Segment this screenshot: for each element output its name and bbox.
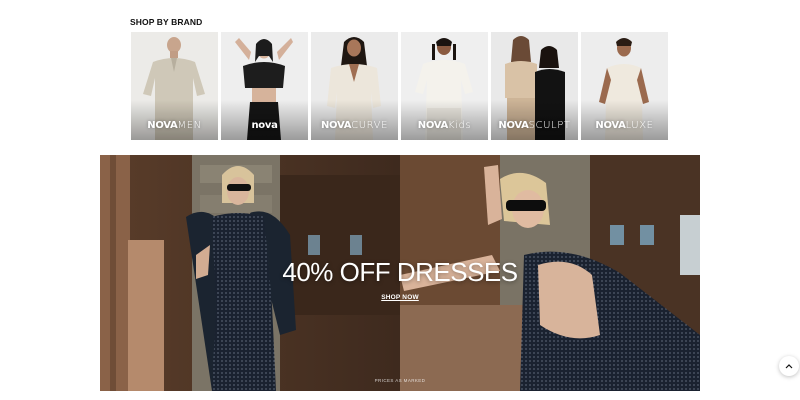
- brand-logo-nova: nova: [251, 120, 278, 131]
- brand-tile-nova-curve[interactable]: NOVACURVE: [311, 32, 398, 140]
- brand-tile-nova-kids[interactable]: NOVAKids: [401, 32, 488, 140]
- promo-headline: 40% OFF DRESSES: [282, 257, 518, 287]
- brand-tile-nova[interactable]: nova: [221, 32, 308, 140]
- brand-logo-luxe: NOVALUXE: [595, 120, 654, 131]
- promo-banner[interactable]: 40% OFF DRESSES SHOP NOW PRICES AS MARKE…: [100, 155, 700, 391]
- brand-logo-sculpt: NOVASCULPT: [498, 120, 571, 131]
- brand-tile-nova-luxe[interactable]: NOVALUXE: [581, 32, 668, 140]
- brand-tile-nova-men[interactable]: NOVAMEN: [131, 32, 218, 140]
- brand-list: NOVAMEN nova NOVACURVE NOVAKids NOVASCUL…: [131, 32, 668, 140]
- brand-logo-men: NOVAMEN: [147, 120, 202, 131]
- brand-logo-curve: NOVACURVE: [320, 120, 389, 131]
- promo-note: PRICES AS MARKED: [374, 378, 426, 383]
- brand-tile-nova-sculpt[interactable]: NOVASCULPT: [491, 32, 578, 140]
- shop-now-link[interactable]: SHOP NOW: [380, 294, 420, 301]
- brand-logo-kids: NOVAKids: [417, 120, 472, 131]
- chevron-up-icon: [785, 364, 793, 369]
- scroll-to-top-button[interactable]: [779, 356, 799, 376]
- section-title: SHOP BY BRAND: [130, 17, 203, 27]
